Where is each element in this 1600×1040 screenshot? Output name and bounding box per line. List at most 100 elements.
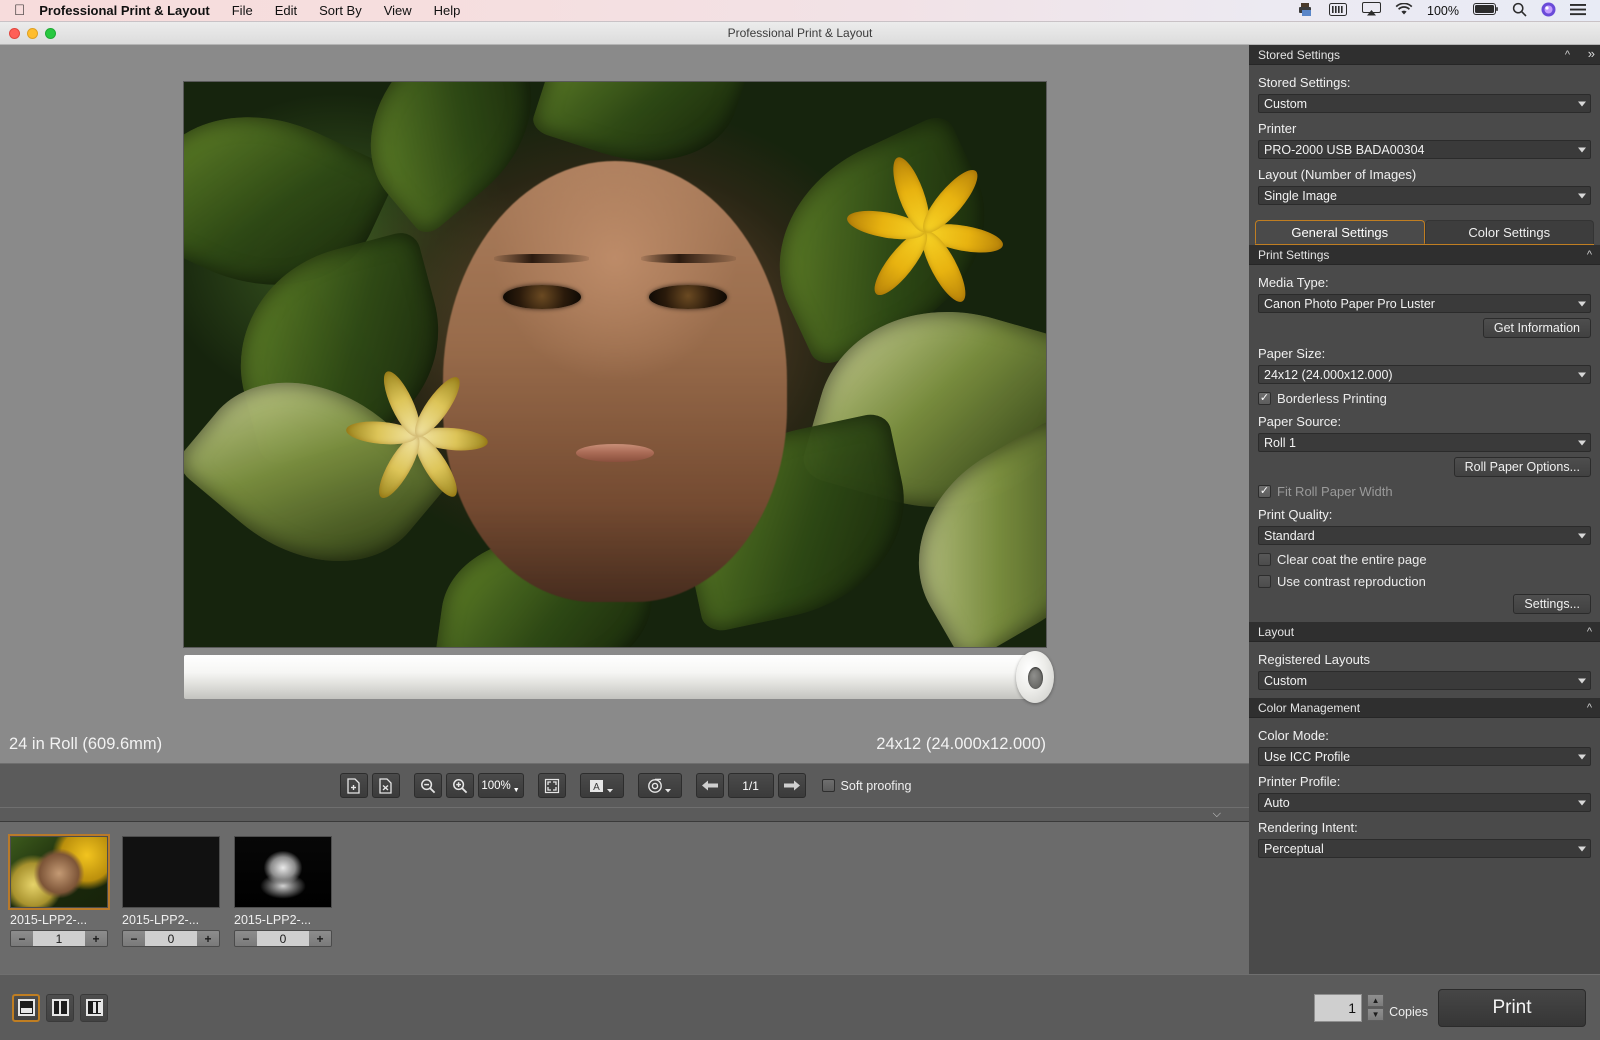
copies-stepper[interactable]: − 0 + bbox=[122, 930, 220, 947]
collapse-chevron-icon[interactable]: ⌵ bbox=[1213, 808, 1221, 821]
use-contrast-reproduction-checkbox[interactable] bbox=[1258, 575, 1271, 588]
chevron-down-icon bbox=[1578, 678, 1586, 683]
increment-button[interactable]: + bbox=[197, 931, 219, 946]
maximize-button[interactable] bbox=[45, 28, 56, 39]
printer-status-icon[interactable] bbox=[1298, 2, 1315, 20]
thumbnail-strip[interactable]: 2015-LPP2-... − 1 + 2015-LPP2-... − 0 + bbox=[0, 822, 1249, 974]
remove-page-icon[interactable] bbox=[372, 773, 400, 798]
view-mode-split-horizontal-button[interactable] bbox=[46, 994, 74, 1022]
menu-sort-by[interactable]: Sort By bbox=[319, 3, 362, 18]
color-management-section-header[interactable]: Color Management ^ bbox=[1249, 698, 1600, 718]
print-settings-header-label: Print Settings bbox=[1258, 248, 1329, 262]
use-contrast-reproduction-row[interactable]: Use contrast reproduction bbox=[1258, 574, 1591, 589]
battery-icon[interactable] bbox=[1473, 3, 1498, 18]
preview-image-sheet[interactable] bbox=[184, 82, 1046, 647]
macos-menu-bar:  Professional Print & Layout File Edit … bbox=[0, 0, 1600, 22]
copies-decrement-icon[interactable]: ▼ bbox=[1367, 1008, 1384, 1021]
borderless-printing-row[interactable]: ✓ Borderless Printing bbox=[1258, 391, 1591, 406]
paper-size-dropdown[interactable]: 24x12 (24.000x12.000) bbox=[1258, 365, 1591, 384]
chevron-down-icon bbox=[1578, 440, 1586, 445]
registered-layouts-dropdown[interactable]: Custom bbox=[1258, 671, 1591, 690]
get-information-button[interactable]: Get Information bbox=[1483, 318, 1591, 338]
list-item[interactable]: 2015-LPP2-... − 1 + bbox=[10, 836, 108, 947]
lily-flower-pale bbox=[339, 359, 494, 506]
color-target-icon[interactable] bbox=[638, 773, 682, 798]
zoom-out-icon[interactable] bbox=[414, 773, 442, 798]
copies-increment-icon[interactable]: ▲ bbox=[1367, 994, 1384, 1007]
view-mode-single-button[interactable] bbox=[12, 994, 40, 1022]
decrement-button[interactable]: − bbox=[235, 931, 257, 946]
borderless-printing-checkbox[interactable]: ✓ bbox=[1258, 392, 1271, 405]
stored-settings-value: Custom bbox=[1264, 97, 1307, 111]
window-controls[interactable] bbox=[9, 28, 56, 39]
menu-file[interactable]: File bbox=[232, 3, 253, 18]
collapse-icon[interactable]: ^ bbox=[1587, 702, 1592, 714]
filmstrip-splitter[interactable]: ⌵ bbox=[0, 807, 1249, 822]
copies-input[interactable]: 1 bbox=[1314, 994, 1362, 1022]
apple-logo-icon[interactable]:  bbox=[14, 3, 25, 18]
thumbnail-image[interactable] bbox=[234, 836, 332, 908]
print-settings-section-header[interactable]: Print Settings ^ bbox=[1249, 245, 1600, 265]
layout-number-of-images-dropdown[interactable]: Single Image bbox=[1258, 186, 1591, 205]
copies-spinner[interactable]: ▲ ▼ bbox=[1367, 994, 1384, 1021]
decrement-button[interactable]: − bbox=[123, 931, 145, 946]
minimize-button[interactable] bbox=[27, 28, 38, 39]
roll-paper-options-button[interactable]: Roll Paper Options... bbox=[1454, 457, 1591, 477]
collapse-icon[interactable]: ^ bbox=[1587, 626, 1592, 638]
media-type-dropdown[interactable]: Canon Photo Paper Pro Luster bbox=[1258, 294, 1591, 313]
clear-coat-checkbox[interactable] bbox=[1258, 553, 1271, 566]
collapse-icon[interactable]: ^ bbox=[1565, 49, 1570, 61]
add-page-icon[interactable] bbox=[340, 773, 368, 798]
battery-meter-icon[interactable] bbox=[1329, 3, 1348, 19]
copies-control[interactable]: 1 ▲ ▼ Copies bbox=[1314, 994, 1428, 1022]
stored-settings-dropdown[interactable]: Custom bbox=[1258, 94, 1591, 113]
printer-dropdown[interactable]: PRO-2000 USB BADA00304 bbox=[1258, 140, 1591, 159]
menu-edit[interactable]: Edit bbox=[275, 3, 297, 18]
tab-color-settings[interactable]: Color Settings bbox=[1425, 220, 1595, 244]
collapse-icon[interactable]: ^ bbox=[1587, 249, 1592, 261]
soft-proofing-checkbox[interactable] bbox=[822, 779, 835, 792]
siri-icon[interactable] bbox=[1541, 2, 1556, 20]
list-item[interactable]: 2015-LPP2-... − 0 + bbox=[234, 836, 332, 947]
stored-settings-section-header[interactable]: Stored Settings ^ bbox=[1249, 45, 1600, 65]
close-button[interactable] bbox=[9, 28, 20, 39]
rendering-intent-dropdown[interactable]: Perceptual bbox=[1258, 839, 1591, 858]
menu-help[interactable]: Help bbox=[434, 3, 461, 18]
printer-profile-dropdown[interactable]: Auto bbox=[1258, 793, 1591, 812]
increment-button[interactable]: + bbox=[85, 931, 107, 946]
copies-stepper[interactable]: − 1 + bbox=[10, 930, 108, 947]
view-mode-split-vertical-button[interactable] bbox=[80, 994, 108, 1022]
menu-view[interactable]: View bbox=[384, 3, 412, 18]
zoom-level-dropdown[interactable]: 100% ▼ bbox=[478, 773, 524, 798]
tab-general-settings[interactable]: General Settings bbox=[1255, 220, 1425, 244]
color-mode-dropdown[interactable]: Use ICC Profile bbox=[1258, 747, 1591, 766]
copies-stepper[interactable]: − 0 + bbox=[234, 930, 332, 947]
menubar-app-name[interactable]: Professional Print & Layout bbox=[39, 3, 209, 18]
chevron-down-icon bbox=[1578, 301, 1586, 306]
list-item[interactable]: 2015-LPP2-... − 0 + bbox=[122, 836, 220, 947]
fit-roll-paper-width-row: ✓ Fit Roll Paper Width bbox=[1258, 484, 1591, 499]
next-page-icon[interactable] bbox=[778, 773, 806, 798]
thumbnail-image[interactable] bbox=[122, 836, 220, 908]
soft-proofing-toggle[interactable]: Soft proofing bbox=[822, 779, 912, 793]
layout-section-header[interactable]: Layout ^ bbox=[1249, 622, 1600, 642]
paper-source-dropdown[interactable]: Roll 1 bbox=[1258, 433, 1591, 452]
print-preview-area[interactable]: 24 in Roll (609.6mm) 24x12 (24.000x12.00… bbox=[0, 45, 1249, 763]
print-quality-dropdown[interactable]: Standard bbox=[1258, 526, 1591, 545]
increment-button[interactable]: + bbox=[309, 931, 331, 946]
text-tool-icon[interactable]: A bbox=[580, 773, 624, 798]
print-settings-settings-button[interactable]: Settings... bbox=[1513, 594, 1591, 614]
wifi-icon[interactable] bbox=[1395, 3, 1413, 19]
previous-page-icon[interactable] bbox=[696, 773, 724, 798]
print-quality-label: Print Quality: bbox=[1258, 507, 1591, 522]
control-center-icon[interactable] bbox=[1570, 3, 1586, 19]
clear-coat-row[interactable]: Clear coat the entire page bbox=[1258, 552, 1591, 567]
search-icon[interactable] bbox=[1512, 2, 1527, 20]
print-button[interactable]: Print bbox=[1438, 989, 1586, 1027]
airplay-icon[interactable] bbox=[1362, 2, 1381, 19]
fit-to-window-icon[interactable] bbox=[538, 773, 566, 798]
thumbnail-image[interactable] bbox=[10, 836, 108, 908]
decrement-button[interactable]: − bbox=[11, 931, 33, 946]
zoom-in-icon[interactable] bbox=[446, 773, 474, 798]
expand-panel-icon[interactable]: » bbox=[1588, 47, 1595, 60]
